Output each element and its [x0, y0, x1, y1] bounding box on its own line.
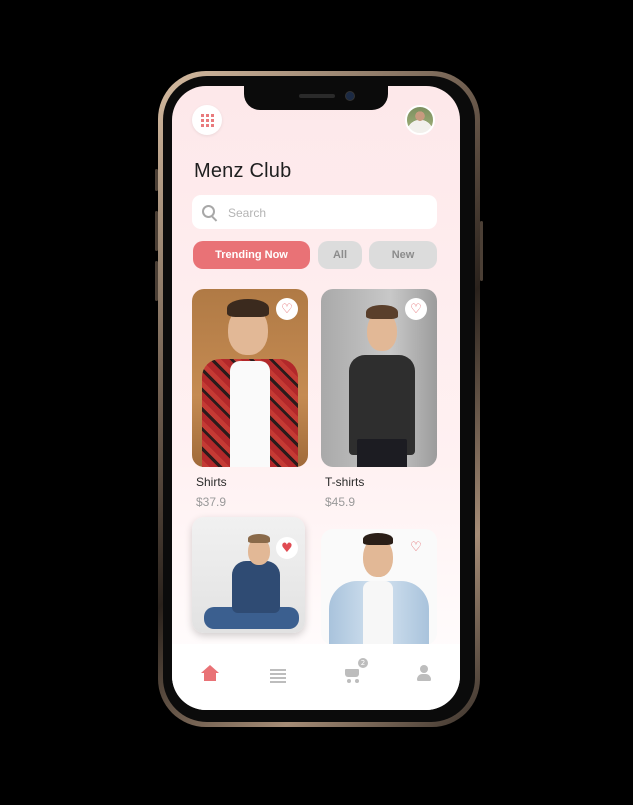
search-icon — [202, 205, 215, 218]
cart-badge: 2 — [358, 658, 368, 668]
heart-outline-icon[interactable]: ♡ — [405, 298, 427, 320]
product-image-light-denim-jacket[interactable]: ♡ — [321, 529, 437, 645]
avatar[interactable] — [405, 105, 435, 135]
app-screen: Menz Club Trending Now All New ♡ Shirts … — [172, 86, 460, 710]
cart-icon[interactable]: 2 — [342, 658, 368, 688]
filter-chip-all[interactable]: All — [318, 241, 362, 269]
page-title: Menz Club — [194, 160, 292, 182]
search-bar[interactable] — [192, 195, 437, 229]
silent-switch — [155, 169, 158, 191]
product-name: Shirts — [196, 475, 227, 489]
volume-down-button — [155, 261, 158, 301]
phone-frame: Menz Club Trending Now All New ♡ Shirts … — [155, 71, 483, 727]
product-name: T-shirts — [325, 475, 365, 489]
grid-menu-icon[interactable] — [192, 105, 222, 135]
heart-filled-icon[interactable]: ♥ — [276, 537, 298, 559]
product-image-t-shirts[interactable]: ♡ — [321, 289, 437, 467]
heart-outline-icon[interactable]: ♡ — [405, 536, 427, 558]
product-price: $45.9 — [325, 495, 356, 509]
profile-icon[interactable] — [414, 664, 438, 688]
search-input[interactable] — [226, 201, 425, 225]
notch — [244, 86, 388, 110]
list-icon[interactable] — [268, 664, 292, 688]
home-icon[interactable] — [199, 664, 223, 688]
filter-chip-new[interactable]: New — [369, 241, 437, 269]
product-image-shirts[interactable]: ♡ — [192, 289, 308, 467]
volume-up-button — [155, 211, 158, 251]
filter-chip-trending-now[interactable]: Trending Now — [193, 241, 310, 269]
product-image-denim-jacket[interactable]: ♥ — [192, 517, 305, 633]
heart-outline-icon[interactable]: ♡ — [276, 298, 298, 320]
speaker — [299, 94, 335, 98]
front-camera — [345, 91, 355, 101]
bottom-nav: 2 — [172, 644, 460, 710]
product-price: $37.9 — [196, 495, 227, 509]
power-button — [480, 221, 483, 281]
